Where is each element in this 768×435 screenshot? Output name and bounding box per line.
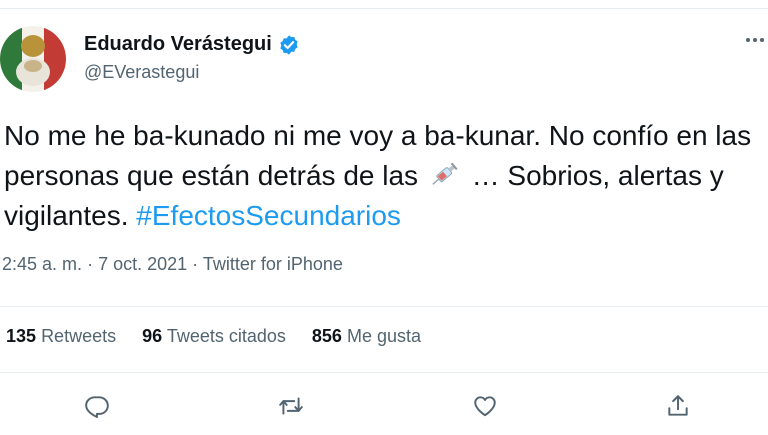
- tweet-time[interactable]: 2:45 a. m.: [2, 254, 82, 274]
- divider: [0, 372, 768, 373]
- hashtag-link[interactable]: #EfectosSecundarios: [136, 200, 401, 231]
- more-dot-icon: [753, 38, 757, 42]
- avatar-image: [0, 26, 66, 92]
- meta-separator: ·: [192, 254, 199, 274]
- likes-stat[interactable]: 856 Me gusta: [312, 326, 421, 347]
- tweet-source-link[interactable]: Twitter for iPhone: [203, 254, 343, 274]
- more-dot-icon: [760, 38, 764, 42]
- like-button[interactable]: [467, 388, 503, 424]
- top-divider: [0, 8, 768, 9]
- reply-icon: [85, 396, 109, 419]
- tweet-text: No me he ba-kunado ni me voy a ba-kunar.…: [4, 116, 764, 236]
- retweets-label: Retweets: [41, 326, 117, 346]
- likes-label: Me gusta: [346, 326, 421, 346]
- author-display-name[interactable]: Eduardo Verástegui: [84, 33, 272, 56]
- heart-icon: [474, 396, 496, 417]
- quotes-count: 96: [142, 326, 163, 346]
- quotes-stat[interactable]: 96 Tweets citados: [142, 326, 286, 347]
- retweets-stat[interactable]: 135 Retweets: [6, 326, 116, 347]
- tweet-date[interactable]: 7 oct. 2021: [98, 254, 187, 274]
- engagement-stats: 135 Retweets 96 Tweets citados 856 Me gu…: [6, 326, 421, 347]
- retweets-count: 135: [6, 326, 37, 346]
- author-row: Eduardo Verástegui: [84, 33, 300, 56]
- retweet-icon: [279, 397, 303, 415]
- action-bar: [0, 388, 768, 424]
- tweet-meta: 2:45 a. m. · 7 oct. 2021 · Twitter for i…: [2, 254, 343, 275]
- reply-button[interactable]: [79, 388, 115, 424]
- retweet-button[interactable]: [273, 388, 309, 424]
- divider: [0, 306, 768, 307]
- verified-badge-icon: [278, 34, 300, 56]
- tweet-card: Eduardo Verástegui @EVerastegui No me he…: [0, 0, 768, 435]
- syringe-icon: [428, 160, 462, 188]
- share-icon: [668, 395, 688, 416]
- more-options-button[interactable]: [746, 38, 764, 42]
- meta-separator: ·: [87, 254, 94, 274]
- share-button[interactable]: [660, 388, 696, 424]
- quotes-label: Tweets citados: [166, 326, 286, 346]
- author-handle[interactable]: @EVerastegui: [84, 62, 199, 83]
- likes-count: 856: [311, 326, 342, 346]
- avatar[interactable]: [0, 26, 66, 92]
- more-dot-icon: [746, 38, 750, 42]
